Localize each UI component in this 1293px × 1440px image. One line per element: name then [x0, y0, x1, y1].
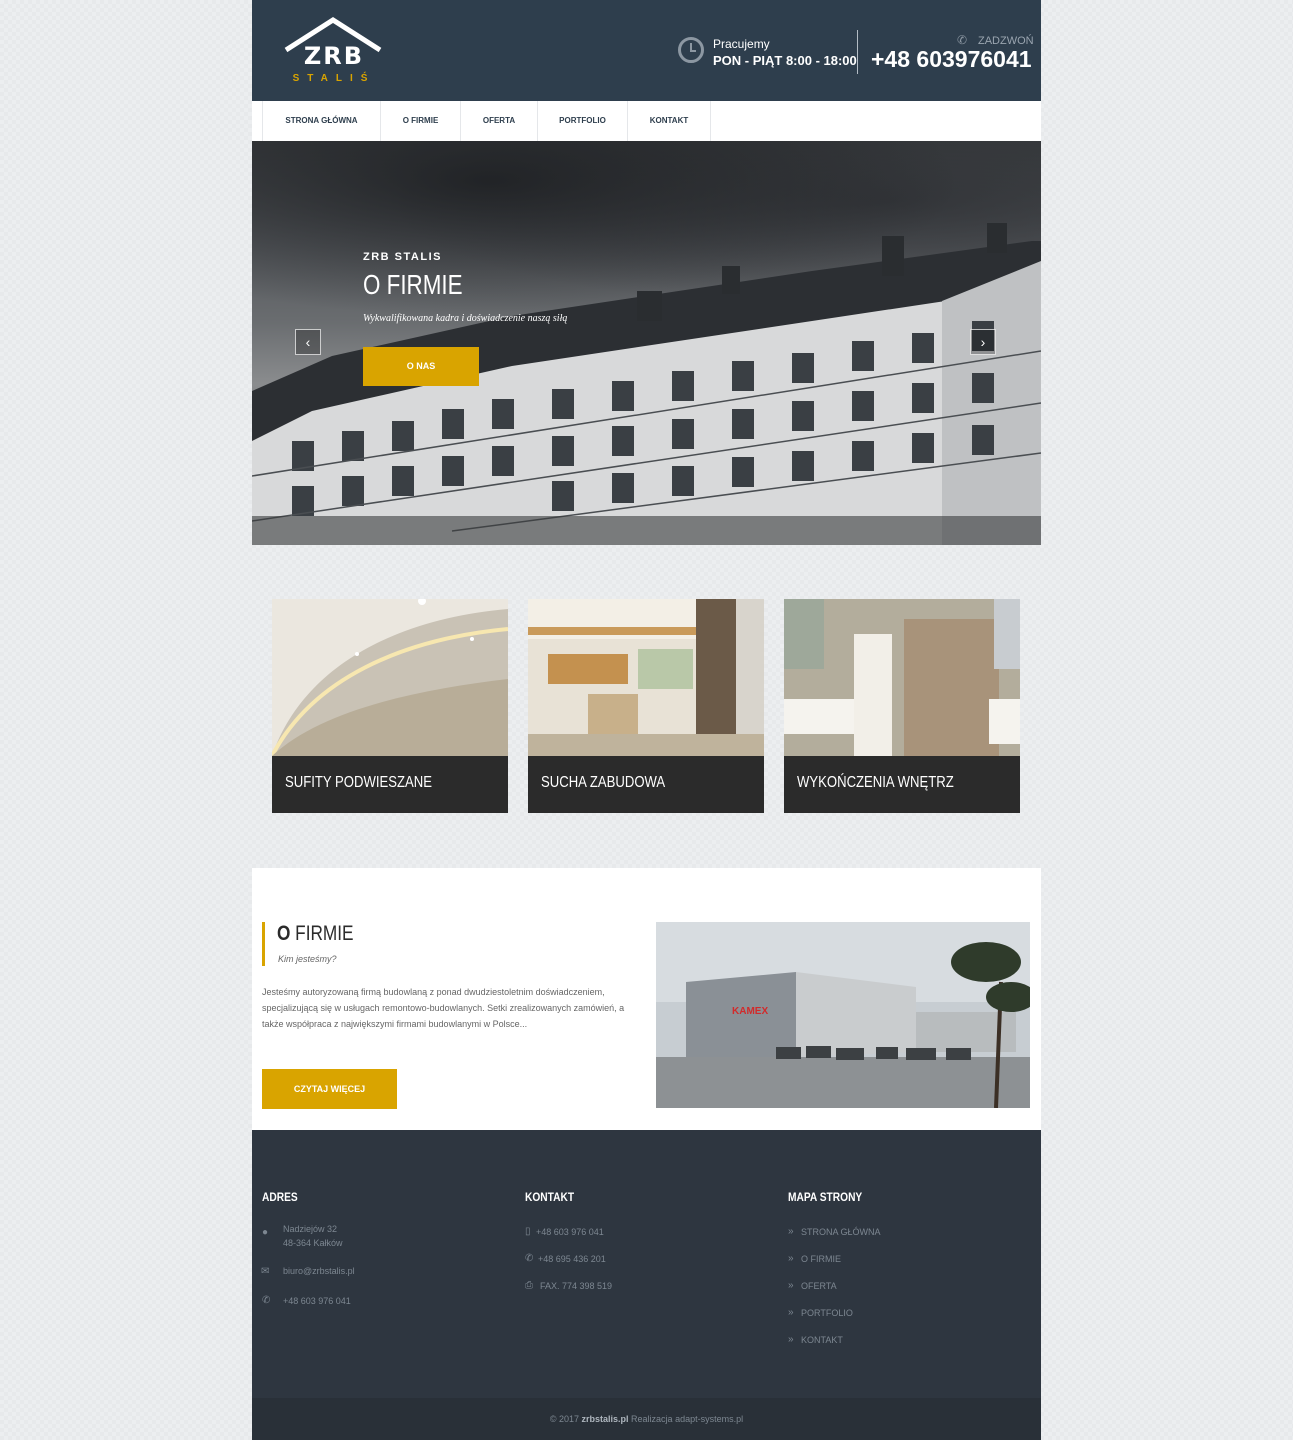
nav-item-about[interactable]: O FIRMIE: [380, 101, 460, 141]
sitemap-link-home[interactable]: STRONA GŁÓWNA: [801, 1227, 881, 1237]
hero-tagline: Wykwalifikowana kadra i doświadczenie na…: [363, 313, 568, 324]
location-icon: ●: [262, 1227, 269, 1238]
page: ZRB STALIŚ Pracujemy PON - PIĄT 8:00 - 1…: [252, 0, 1041, 1440]
call-number[interactable]: +48 603976041: [871, 46, 1032, 73]
envelope-icon: ✉: [261, 1266, 270, 1277]
logo[interactable]: ZRB STALIŚ: [280, 14, 386, 86]
sitemap-link-portfolio[interactable]: PORTFOLIO: [801, 1308, 853, 1318]
mobile-icon: ▯: [525, 1226, 531, 1237]
nav-item-portfolio[interactable]: PORTFOLIO: [537, 101, 627, 141]
hours-label: Pracujemy: [713, 37, 770, 51]
chevron-right-icon: »: [788, 1280, 794, 1291]
ceiling-image: [272, 599, 508, 756]
service-caption: WYKOŃCZENIA WNĘTRZ: [784, 756, 1020, 813]
about-subtitle: Kim jesteśmy?: [278, 954, 337, 964]
phone-icon: ✆: [262, 1295, 271, 1306]
footer-phone[interactable]: +48 603 976 041: [283, 1296, 351, 1306]
phone-icon: ✆: [957, 33, 968, 47]
footer: ADRES ● Nadziejów 32 48-364 Kałków ✉ biu…: [252, 1130, 1041, 1440]
header-divider: [857, 30, 858, 74]
address-street: Nadziejów 32: [283, 1224, 338, 1234]
about-us-button[interactable]: O NAS: [363, 347, 479, 386]
contact-phone[interactable]: +48 695 436 201: [538, 1254, 606, 1264]
hero-kicker: ZRB STALIS: [363, 251, 442, 263]
clock-icon: [678, 37, 704, 63]
hero-building-image: [252, 223, 1041, 545]
fax-icon: ⎙: [525, 1280, 533, 1291]
sitemap-link-contact[interactable]: KONTAKT: [801, 1335, 843, 1345]
service-label: WYKOŃCZENIA WNĘTRZ: [797, 774, 954, 791]
hero-slider: ZRB STALIS O FIRMIE Wykwalifikowana kadr…: [252, 141, 1041, 545]
footer-bottom-bar: © 2017 zrbstalis.pl Realizacja adapt-sys…: [252, 1398, 1041, 1440]
sitemap-link-about[interactable]: O FIRMIE: [801, 1254, 841, 1264]
about-text: Jesteśmy autoryzowaną firmą budowlaną z …: [262, 987, 625, 1029]
nav-item-offer[interactable]: OFERTA: [460, 101, 537, 141]
slider-prev-arrow-icon[interactable]: ‹: [295, 329, 321, 355]
logo-text: ZRB: [303, 42, 365, 70]
footer-email[interactable]: biuro@zrbstalis.pl: [283, 1266, 355, 1276]
about-section: O FIRMIE Kim jesteśmy? Jesteśmy autoryzo…: [252, 868, 1041, 1130]
service-caption: SUCHA ZABUDOWA: [528, 756, 764, 813]
slider-next-arrow-icon[interactable]: ›: [970, 329, 996, 355]
main-nav: STRONA GŁÓWNA O FIRMIE OFERTA PORTFOLIO …: [252, 101, 1041, 141]
address-city: 48-364 Kałków: [283, 1238, 343, 1248]
service-label: SUCHA ZABUDOWA: [541, 774, 666, 791]
copyright: © 2017 zrbstalis.pl Realizacja adapt-sys…: [549, 1414, 744, 1424]
contact-mobile[interactable]: +48 603 976 041: [536, 1227, 604, 1237]
chevron-right-icon: »: [788, 1226, 794, 1237]
nav-item-contact[interactable]: KONTAKT: [627, 101, 711, 141]
service-label: SUFITY PODWIESZANE: [285, 774, 433, 791]
hours-value: PON - PIĄT 8:00 - 18:00: [713, 53, 857, 68]
read-more-button[interactable]: CZYTAJ WIĘCEJ: [262, 1069, 397, 1109]
footer-sitemap-heading: MAPA STRONY: [788, 1190, 863, 1204]
contact-fax: FAX. 774 398 519: [540, 1281, 613, 1291]
about-title: O FIRMIE: [277, 922, 354, 945]
title-accent-bar: [262, 922, 265, 966]
hero-title: O FIRMIE: [363, 269, 463, 300]
logo-subtext: STALIŚ: [292, 73, 376, 84]
copyright-site-link[interactable]: zrbstalis.pl: [582, 1414, 629, 1424]
company-building-image: KAMEX: [656, 922, 1030, 1108]
phone-icon: ✆: [525, 1253, 534, 1264]
kitchen-image: [528, 599, 764, 756]
footer-contact-heading: KONTAKT: [525, 1190, 575, 1204]
sitemap-link-offer[interactable]: OFERTA: [801, 1281, 837, 1291]
chevron-right-icon: »: [788, 1253, 794, 1264]
company-sign: KAMEX: [732, 1006, 768, 1017]
chevron-right-icon: »: [788, 1307, 794, 1318]
chevron-right-icon: »: [788, 1334, 794, 1345]
footer-address-heading: ADRES: [262, 1190, 298, 1204]
header: ZRB STALIŚ Pracujemy PON - PIĄT 8:00 - 1…: [252, 0, 1041, 101]
bathroom-image: [784, 599, 1020, 756]
service-caption: SUFITY PODWIESZANE: [272, 756, 508, 813]
nav-item-home[interactable]: STRONA GŁÓWNA: [262, 101, 380, 141]
